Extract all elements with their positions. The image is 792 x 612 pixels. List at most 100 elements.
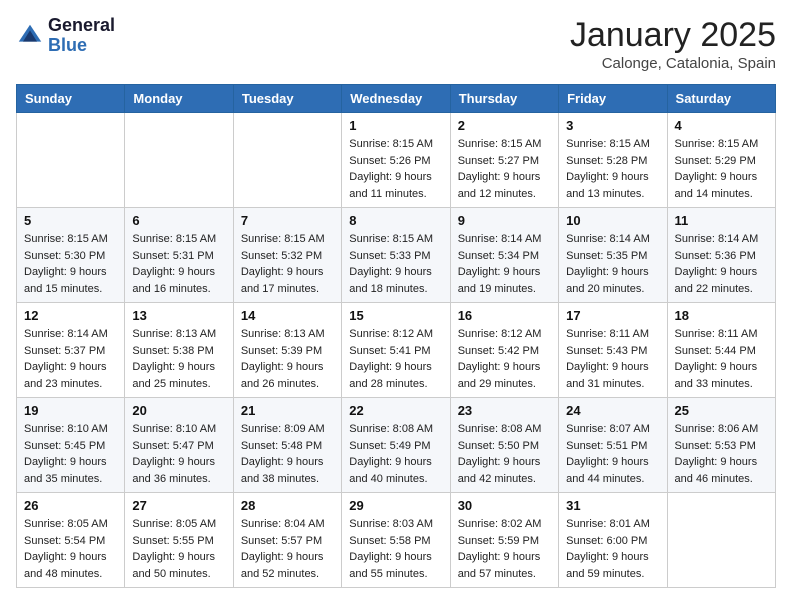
calendar-cell: 10Sunrise: 8:14 AMSunset: 5:35 PMDayligh… (559, 208, 667, 303)
day-info: Sunrise: 8:15 AMSunset: 5:27 PMDaylight:… (458, 136, 551, 202)
calendar-cell: 17Sunrise: 8:11 AMSunset: 5:43 PMDayligh… (559, 303, 667, 398)
logo-text: General Blue (48, 16, 115, 56)
calendar-cell: 18 Sunrise: 8:11 AMSunset: 5:44 PMDayligh… (667, 303, 775, 398)
day-info: Sunrise: 8:02 AMSunset: 5:59 PMDaylight:… (458, 516, 551, 582)
weekday-header: Friday (559, 85, 667, 113)
month-title: January 2025 (570, 16, 776, 55)
calendar-cell: 2Sunrise: 8:15 AMSunset: 5:27 PMDaylight… (450, 113, 558, 208)
calendar-cell: 27 Sunrise: 8:05 AMSunset: 5:55 PMDayligh… (125, 493, 233, 588)
calendar-cell: 16Sunrise: 8:12 AMSunset: 5:42 PMDayligh… (450, 303, 558, 398)
day-info: Sunrise: 8:10 AMSunset: 5:47 PMDaylight:… (132, 421, 225, 487)
day-number: 14 (241, 308, 334, 323)
location: Calonge, Catalonia, Spain (570, 55, 776, 72)
day-number: 16 (458, 308, 551, 323)
day-number: 7 (241, 213, 334, 228)
day-info: Sunrise: 8:10 AMSunset: 5:45 PMDaylight:… (24, 421, 117, 487)
calendar-cell: 6Sunrise: 8:15 AMSunset: 5:31 PMDaylight… (125, 208, 233, 303)
calendar-cell: 26 Sunrise: 8:05 AMSunset: 5:54 PMDayligh… (17, 493, 125, 588)
day-info: Sunrise: 8:08 AMSunset: 5:50 PMDaylight:… (458, 421, 551, 487)
calendar-cell (17, 113, 125, 208)
day-number: 11 (675, 213, 768, 228)
day-info: Sunrise: 8:05 AMSunset: 5:55 PMDaylight:… (132, 516, 225, 582)
day-info: Sunrise: 8:14 AMSunset: 5:36 PMDaylight:… (675, 231, 768, 297)
weekday-header: Thursday (450, 85, 558, 113)
day-info: Sunrise: 8:14 AMSunset: 5:34 PMDaylight:… (458, 231, 551, 297)
page-header: General Blue January 2025 Calonge, Catal… (16, 16, 776, 72)
calendar-week-row: 1 Sunrise: 8:15 AMSunset: 5:26 PMDaylight… (17, 113, 776, 208)
day-number: 18 (675, 308, 768, 323)
calendar-cell: 7 Sunrise: 8:15 AMSunset: 5:32 PMDaylight… (233, 208, 341, 303)
calendar-cell: 20 Sunrise: 8:10 AMSunset: 5:47 PMDayligh… (125, 398, 233, 493)
day-info: Sunrise: 8:15 AMSunset: 5:33 PMDaylight:… (349, 231, 442, 297)
calendar-week-row: 5Sunrise: 8:15 AMSunset: 5:30 PMDaylight… (17, 208, 776, 303)
calendar-cell: 1 Sunrise: 8:15 AMSunset: 5:26 PMDaylight… (342, 113, 450, 208)
day-number: 3 (566, 118, 659, 133)
weekday-header: Saturday (667, 85, 775, 113)
weekday-header: Tuesday (233, 85, 341, 113)
day-info: Sunrise: 8:09 AMSunset: 5:48 PMDaylight:… (241, 421, 334, 487)
day-info: Sunrise: 8:14 AMSunset: 5:37 PMDaylight:… (24, 326, 117, 392)
day-info: Sunrise: 8:07 AMSunset: 5:51 PMDaylight:… (566, 421, 659, 487)
day-info: Sunrise: 8:15 AMSunset: 5:26 PMDaylight:… (349, 136, 442, 202)
day-number: 12 (24, 308, 117, 323)
day-info: Sunrise: 8:11 AMSunset: 5:43 PMDaylight:… (566, 326, 659, 392)
logo-icon (16, 22, 44, 50)
day-number: 13 (132, 308, 225, 323)
calendar-cell: 4 Sunrise: 8:15 AMSunset: 5:29 PMDaylight… (667, 113, 775, 208)
logo-general: General (48, 16, 115, 36)
day-info: Sunrise: 8:04 AMSunset: 5:57 PMDaylight:… (241, 516, 334, 582)
calendar-cell: 23 Sunrise: 8:08 AMSunset: 5:50 PMDayligh… (450, 398, 558, 493)
day-number: 19 (24, 403, 117, 418)
day-number: 6 (132, 213, 225, 228)
calendar-cell: 21Sunrise: 8:09 AMSunset: 5:48 PMDayligh… (233, 398, 341, 493)
day-info: Sunrise: 8:03 AMSunset: 5:58 PMDaylight:… (349, 516, 442, 582)
calendar-cell: 15Sunrise: 8:12 AMSunset: 5:41 PMDayligh… (342, 303, 450, 398)
day-number: 20 (132, 403, 225, 418)
calendar-cell: 11 Sunrise: 8:14 AMSunset: 5:36 PMDayligh… (667, 208, 775, 303)
day-number: 5 (24, 213, 117, 228)
day-number: 29 (349, 498, 442, 513)
calendar-cell: 25 Sunrise: 8:06 AMSunset: 5:53 PMDayligh… (667, 398, 775, 493)
calendar-cell: 28 Sunrise: 8:04 AMSunset: 5:57 PMDayligh… (233, 493, 341, 588)
day-info: Sunrise: 8:01 AMSunset: 6:00 PMDaylight:… (566, 516, 659, 582)
day-number: 28 (241, 498, 334, 513)
calendar-cell (667, 493, 775, 588)
day-number: 23 (458, 403, 551, 418)
calendar-cell: 31 Sunrise: 8:01 AMSunset: 6:00 PMDayligh… (559, 493, 667, 588)
calendar-cell: 24 Sunrise: 8:07 AMSunset: 5:51 PMDayligh… (559, 398, 667, 493)
calendar-cell: 9 Sunrise: 8:14 AMSunset: 5:34 PMDaylight… (450, 208, 558, 303)
day-number: 22 (349, 403, 442, 418)
calendar-cell: 29 Sunrise: 8:03 AMSunset: 5:58 PMDayligh… (342, 493, 450, 588)
day-info: Sunrise: 8:15 AMSunset: 5:29 PMDaylight:… (675, 136, 768, 202)
day-info: Sunrise: 8:05 AMSunset: 5:54 PMDaylight:… (24, 516, 117, 582)
calendar-cell: 8Sunrise: 8:15 AMSunset: 5:33 PMDaylight… (342, 208, 450, 303)
day-number: 26 (24, 498, 117, 513)
day-number: 1 (349, 118, 442, 133)
calendar-cell: 19 Sunrise: 8:10 AMSunset: 5:45 PMDayligh… (17, 398, 125, 493)
calendar-week-row: 12 Sunrise: 8:14 AMSunset: 5:37 PMDayligh… (17, 303, 776, 398)
day-number: 15 (349, 308, 442, 323)
calendar-header-row: SundayMondayTuesdayWednesdayThursdayFrid… (17, 85, 776, 113)
day-number: 31 (566, 498, 659, 513)
calendar-cell: 3Sunrise: 8:15 AMSunset: 5:28 PMDaylight… (559, 113, 667, 208)
logo-blue: Blue (48, 36, 115, 56)
day-info: Sunrise: 8:11 AMSunset: 5:44 PMDaylight:… (675, 326, 768, 392)
day-number: 27 (132, 498, 225, 513)
day-info: Sunrise: 8:13 AMSunset: 5:38 PMDaylight:… (132, 326, 225, 392)
day-number: 25 (675, 403, 768, 418)
calendar-cell: 14 Sunrise: 8:13 AMSunset: 5:39 PMDayligh… (233, 303, 341, 398)
calendar-cell: 12 Sunrise: 8:14 AMSunset: 5:37 PMDayligh… (17, 303, 125, 398)
day-number: 4 (675, 118, 768, 133)
day-number: 24 (566, 403, 659, 418)
day-number: 9 (458, 213, 551, 228)
day-info: Sunrise: 8:15 AMSunset: 5:32 PMDaylight:… (241, 231, 334, 297)
logo: General Blue (16, 16, 115, 56)
day-info: Sunrise: 8:08 AMSunset: 5:49 PMDaylight:… (349, 421, 442, 487)
day-info: Sunrise: 8:13 AMSunset: 5:39 PMDaylight:… (241, 326, 334, 392)
calendar-cell: 5Sunrise: 8:15 AMSunset: 5:30 PMDaylight… (17, 208, 125, 303)
day-number: 10 (566, 213, 659, 228)
title-block: January 2025 Calonge, Catalonia, Spain (570, 16, 776, 72)
day-info: Sunrise: 8:06 AMSunset: 5:53 PMDaylight:… (675, 421, 768, 487)
day-number: 30 (458, 498, 551, 513)
calendar-cell: 22 Sunrise: 8:08 AMSunset: 5:49 PMDayligh… (342, 398, 450, 493)
